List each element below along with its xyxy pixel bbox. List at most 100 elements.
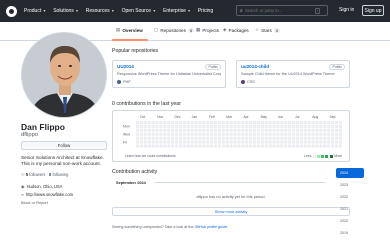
- contribution-day[interactable]: [147, 124, 151, 128]
- contribution-day[interactable]: [190, 144, 194, 148]
- contribution-day[interactable]: [210, 132, 214, 136]
- nav-pricing[interactable]: Pricing: [198, 8, 213, 14]
- contribution-day[interactable]: [331, 121, 335, 125]
- contribution-day[interactable]: [155, 132, 159, 136]
- contribution-day[interactable]: [334, 121, 338, 125]
- contribution-day[interactable]: [249, 132, 253, 136]
- contribution-day[interactable]: [210, 121, 214, 125]
- contribution-day[interactable]: [163, 124, 167, 128]
- contribution-day[interactable]: [249, 124, 253, 128]
- contribution-day[interactable]: [237, 124, 241, 128]
- contribution-day[interactable]: [295, 132, 299, 136]
- contribution-day[interactable]: [315, 132, 319, 136]
- contribution-day[interactable]: [206, 140, 210, 144]
- contribution-day[interactable]: [334, 128, 338, 132]
- contribution-day[interactable]: [327, 132, 331, 136]
- contribution-day[interactable]: [198, 128, 202, 132]
- contribution-day[interactable]: [307, 132, 311, 136]
- contribution-day[interactable]: [241, 124, 245, 128]
- contribution-day[interactable]: [167, 124, 171, 128]
- contribution-day[interactable]: [167, 136, 171, 140]
- contribution-day[interactable]: [245, 132, 249, 136]
- contribution-day[interactable]: [272, 128, 276, 132]
- contribution-day[interactable]: [178, 140, 182, 144]
- contribution-day[interactable]: [315, 121, 319, 125]
- contribution-day[interactable]: [221, 140, 225, 144]
- contribution-day[interactable]: [260, 121, 264, 125]
- show-more-activity-button[interactable]: Show more activity: [112, 207, 350, 216]
- contribution-day[interactable]: [194, 128, 198, 132]
- contribution-day[interactable]: [331, 144, 335, 148]
- contribution-day[interactable]: [143, 132, 147, 136]
- contribution-day[interactable]: [264, 121, 268, 125]
- contribution-day[interactable]: [225, 144, 229, 148]
- contribution-day[interactable]: [245, 124, 249, 128]
- contribution-day[interactable]: [233, 124, 237, 128]
- contribution-day[interactable]: [186, 121, 190, 125]
- contribution-day[interactable]: [171, 144, 175, 148]
- contribution-day[interactable]: [260, 132, 264, 136]
- contribution-day[interactable]: [280, 136, 284, 140]
- contribution-day[interactable]: [190, 136, 194, 140]
- contribution-day[interactable]: [295, 121, 299, 125]
- contribution-day[interactable]: [151, 144, 155, 148]
- tab-stars[interactable]: ☆ Stars 0: [255, 27, 281, 33]
- contribution-day[interactable]: [237, 144, 241, 148]
- learn-contributions-link[interactable]: Learn how we count contributions: [125, 154, 176, 158]
- contribution-day[interactable]: [319, 128, 323, 132]
- contribution-day[interactable]: [139, 121, 143, 125]
- followers-count[interactable]: 5: [26, 172, 28, 177]
- contribution-day[interactable]: [268, 128, 272, 132]
- contribution-day[interactable]: [249, 136, 253, 140]
- contribution-day[interactable]: [245, 136, 249, 140]
- contribution-day[interactable]: [327, 121, 331, 125]
- contribution-day[interactable]: [143, 136, 147, 140]
- contribution-day[interactable]: [303, 136, 307, 140]
- contribution-day[interactable]: [171, 132, 175, 136]
- contribution-day[interactable]: [338, 144, 342, 148]
- contribution-day[interactable]: [151, 128, 155, 132]
- contribution-day[interactable]: [323, 144, 327, 148]
- contribution-day[interactable]: [292, 140, 296, 144]
- contribution-day[interactable]: [303, 124, 307, 128]
- contribution-day[interactable]: [214, 140, 218, 144]
- contribution-day[interactable]: [217, 132, 221, 136]
- sign-in-link[interactable]: Sign in: [339, 7, 354, 13]
- contribution-day[interactable]: [210, 136, 214, 140]
- contribution-day[interactable]: [163, 132, 167, 136]
- contribution-day[interactable]: [303, 140, 307, 144]
- contribution-day[interactable]: [319, 121, 323, 125]
- contribution-day[interactable]: [299, 140, 303, 144]
- follow-button[interactable]: Follow: [21, 141, 107, 150]
- contribution-day[interactable]: [327, 124, 331, 128]
- contribution-day[interactable]: [139, 128, 143, 132]
- contribution-day[interactable]: [229, 124, 233, 128]
- contribution-day[interactable]: [292, 128, 296, 132]
- contribution-day[interactable]: [245, 128, 249, 132]
- contribution-day[interactable]: [190, 132, 194, 136]
- contribution-day[interactable]: [288, 144, 292, 148]
- contribution-day[interactable]: [268, 124, 272, 128]
- contribution-day[interactable]: [299, 128, 303, 132]
- contribution-day[interactable]: [171, 124, 175, 128]
- contribution-day[interactable]: [225, 136, 229, 140]
- contribution-day[interactable]: [194, 136, 198, 140]
- contribution-day[interactable]: [186, 144, 190, 148]
- contribution-day[interactable]: [334, 144, 338, 148]
- contribution-day[interactable]: [331, 124, 335, 128]
- contribution-day[interactable]: [159, 136, 163, 140]
- contribution-day[interactable]: [237, 128, 241, 132]
- contribution-day[interactable]: [284, 124, 288, 128]
- contribution-day[interactable]: [206, 121, 210, 125]
- contribution-day[interactable]: [198, 124, 202, 128]
- contribution-day[interactable]: [178, 121, 182, 125]
- contribution-day[interactable]: [198, 144, 202, 148]
- contribution-day[interactable]: [139, 124, 143, 128]
- contribution-day[interactable]: [338, 140, 342, 144]
- contribution-day[interactable]: [221, 136, 225, 140]
- contribution-day[interactable]: [319, 136, 323, 140]
- search-input[interactable]: [244, 8, 315, 13]
- contribution-day[interactable]: [307, 136, 311, 140]
- contribution-day[interactable]: [175, 136, 179, 140]
- nav-product[interactable]: Product ▼: [24, 8, 46, 14]
